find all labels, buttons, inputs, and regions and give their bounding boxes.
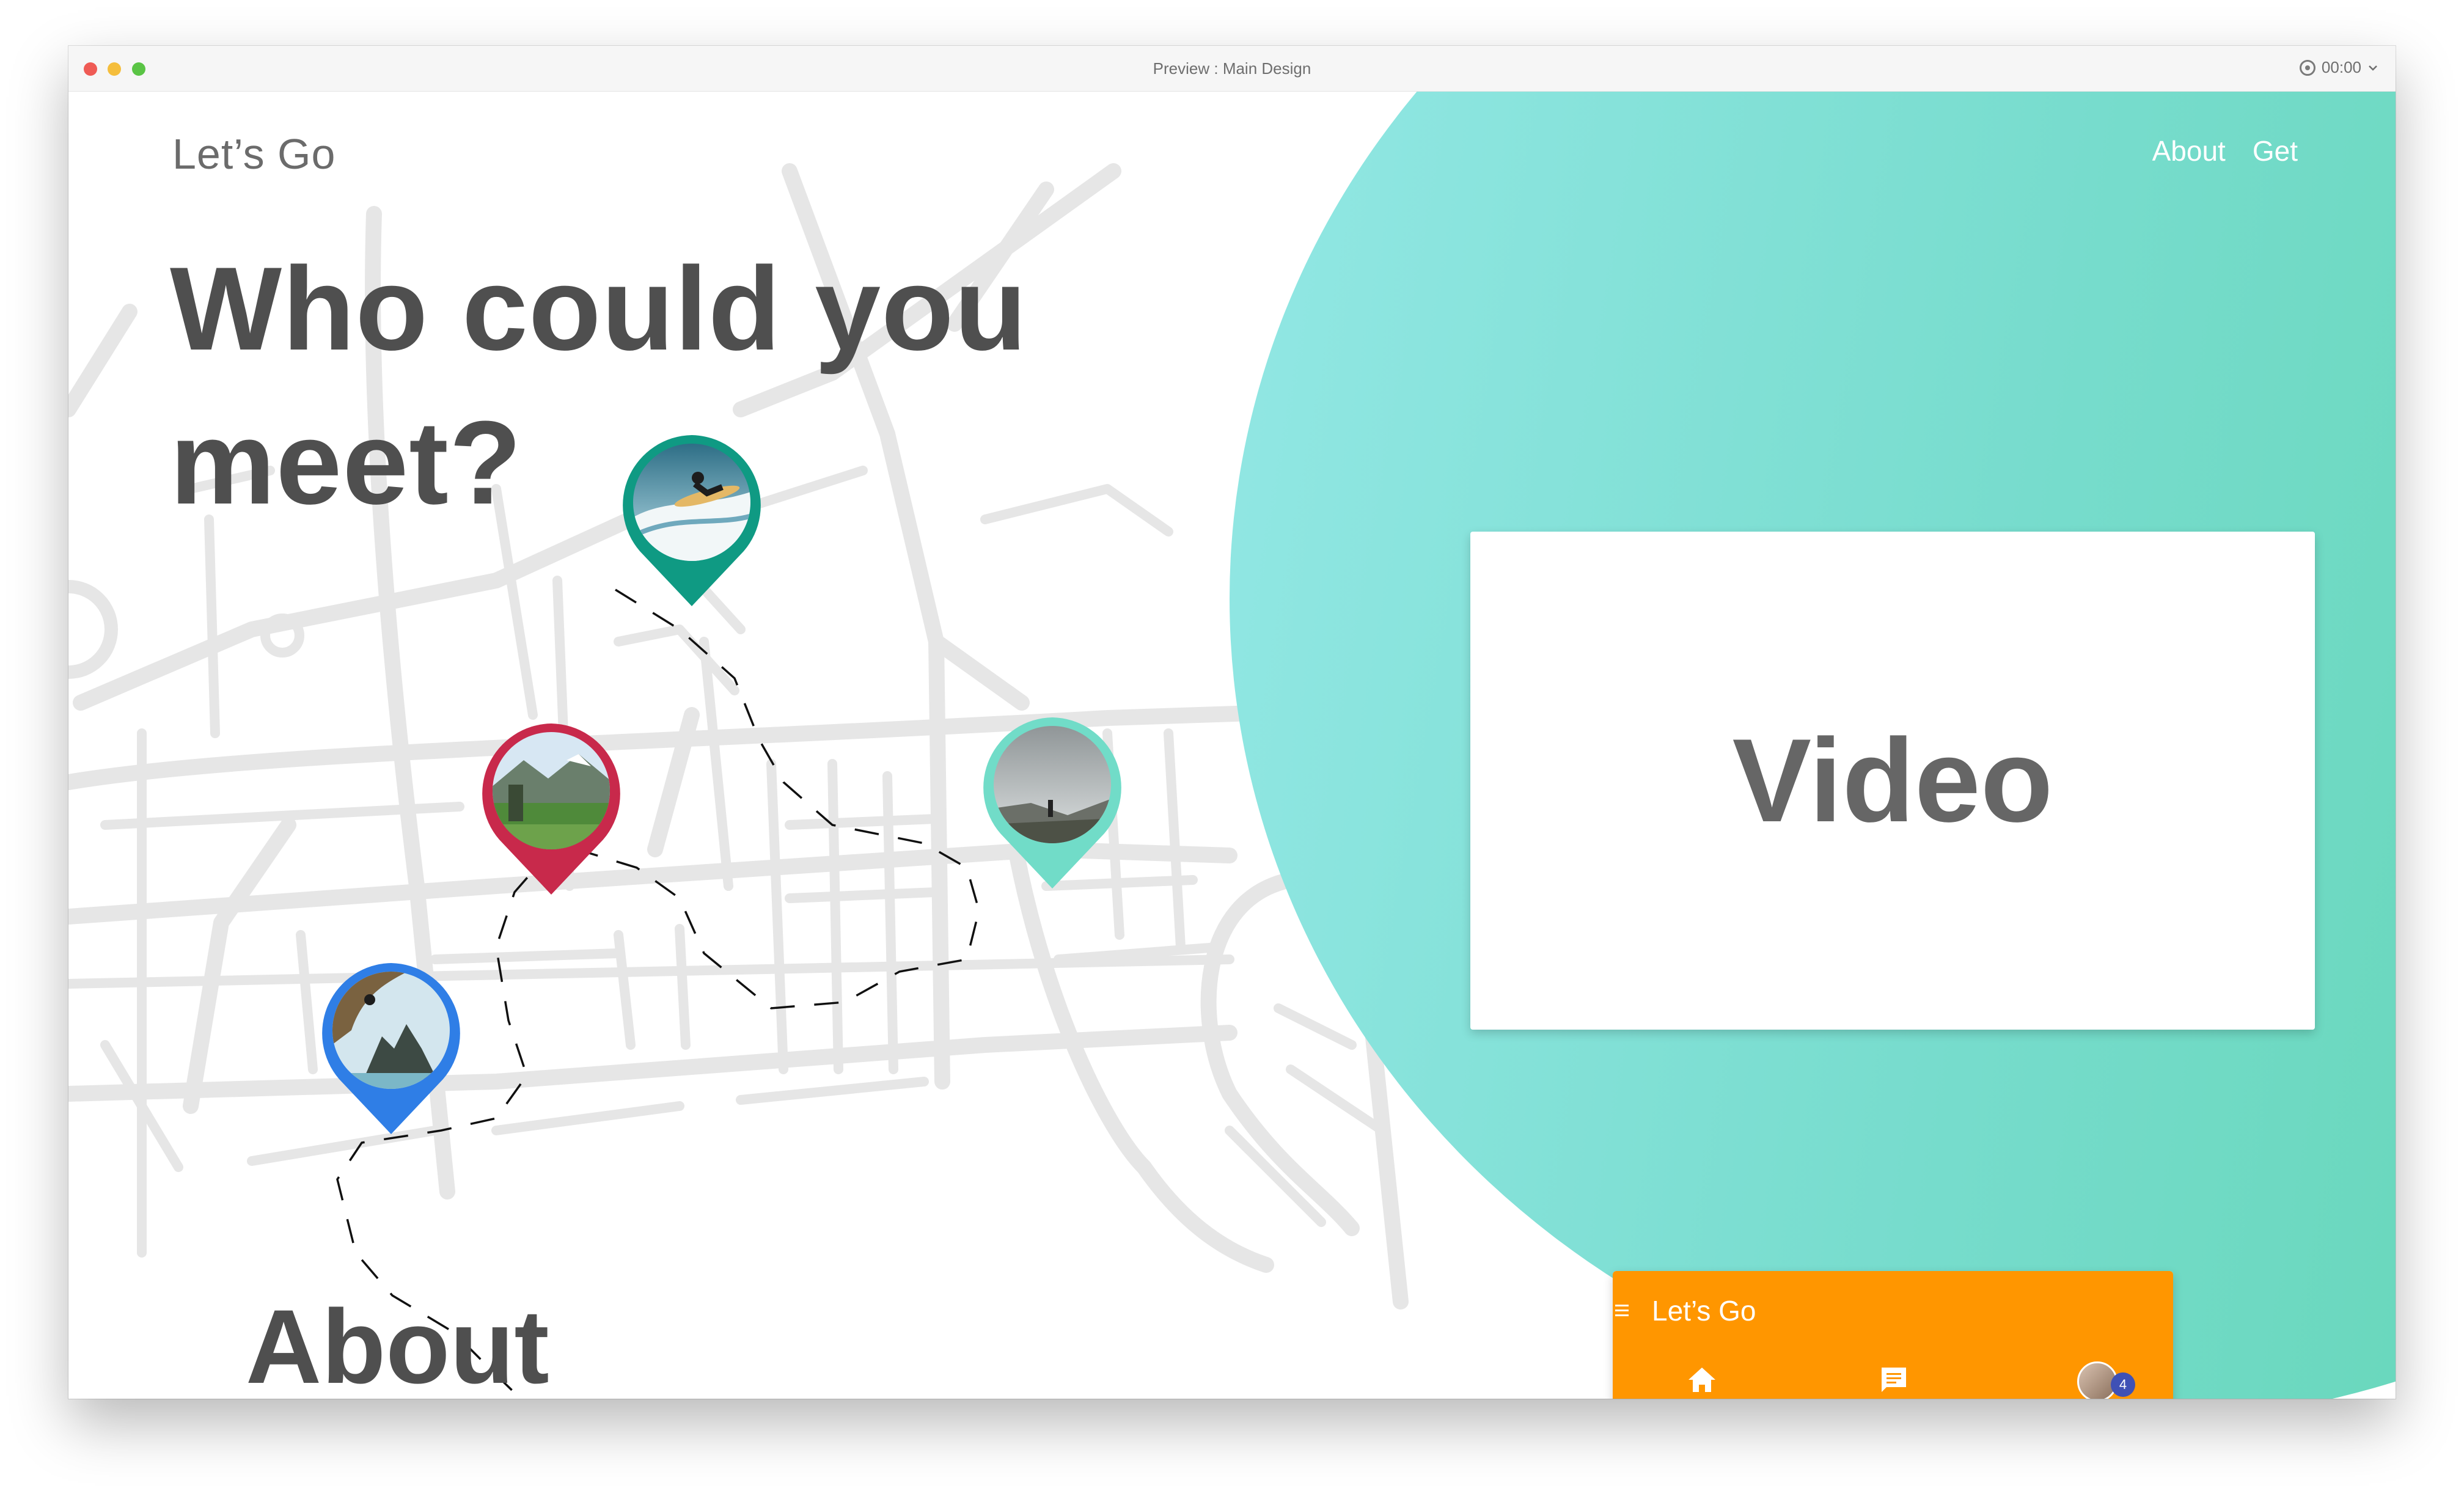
preview-window: Preview : Main Design 00:00 Let’s Go Abo… (68, 46, 2396, 1399)
window-title: Preview : Main Design (1153, 59, 1311, 78)
nav-link-about[interactable]: About (2152, 134, 2226, 167)
page-canvas: Let’s Go About Get Who could you meet? V… (68, 92, 2396, 1399)
record-icon (2299, 59, 2316, 76)
meadow-pin[interactable] (475, 717, 628, 901)
site-nav: About Get (2152, 134, 2298, 167)
recording-timer[interactable]: 00:00 (2299, 58, 2378, 77)
app-screen-mockup: Let’s Go 4 (1613, 1271, 2173, 1399)
site-brand[interactable]: Let’s Go (172, 130, 336, 178)
video-placeholder[interactable]: Video (1470, 532, 2315, 1030)
timer-value: 00:00 (2321, 58, 2361, 76)
hiker-pin[interactable] (976, 711, 1129, 895)
home-tab-icon[interactable] (1684, 1361, 1720, 1398)
app-toolbar: Let’s Go 4 (1613, 1271, 2173, 1399)
nav-link-get[interactable]: Get (2253, 134, 2298, 167)
video-label: Video (1732, 714, 2053, 847)
menu-icon[interactable] (1615, 1303, 1631, 1319)
hero-title: Who could you meet? (170, 243, 1028, 529)
about-heading: About (246, 1288, 549, 1399)
chat-tab-icon[interactable] (1876, 1361, 1912, 1398)
climber-pin[interactable] (315, 957, 468, 1140)
chevron-down-icon (2369, 65, 2377, 71)
friends-count-badge: 4 (2111, 1372, 2135, 1397)
window-titlebar: Preview : Main Design 00:00 (68, 46, 2396, 92)
app-title: Let’s Go (1652, 1295, 1756, 1327)
